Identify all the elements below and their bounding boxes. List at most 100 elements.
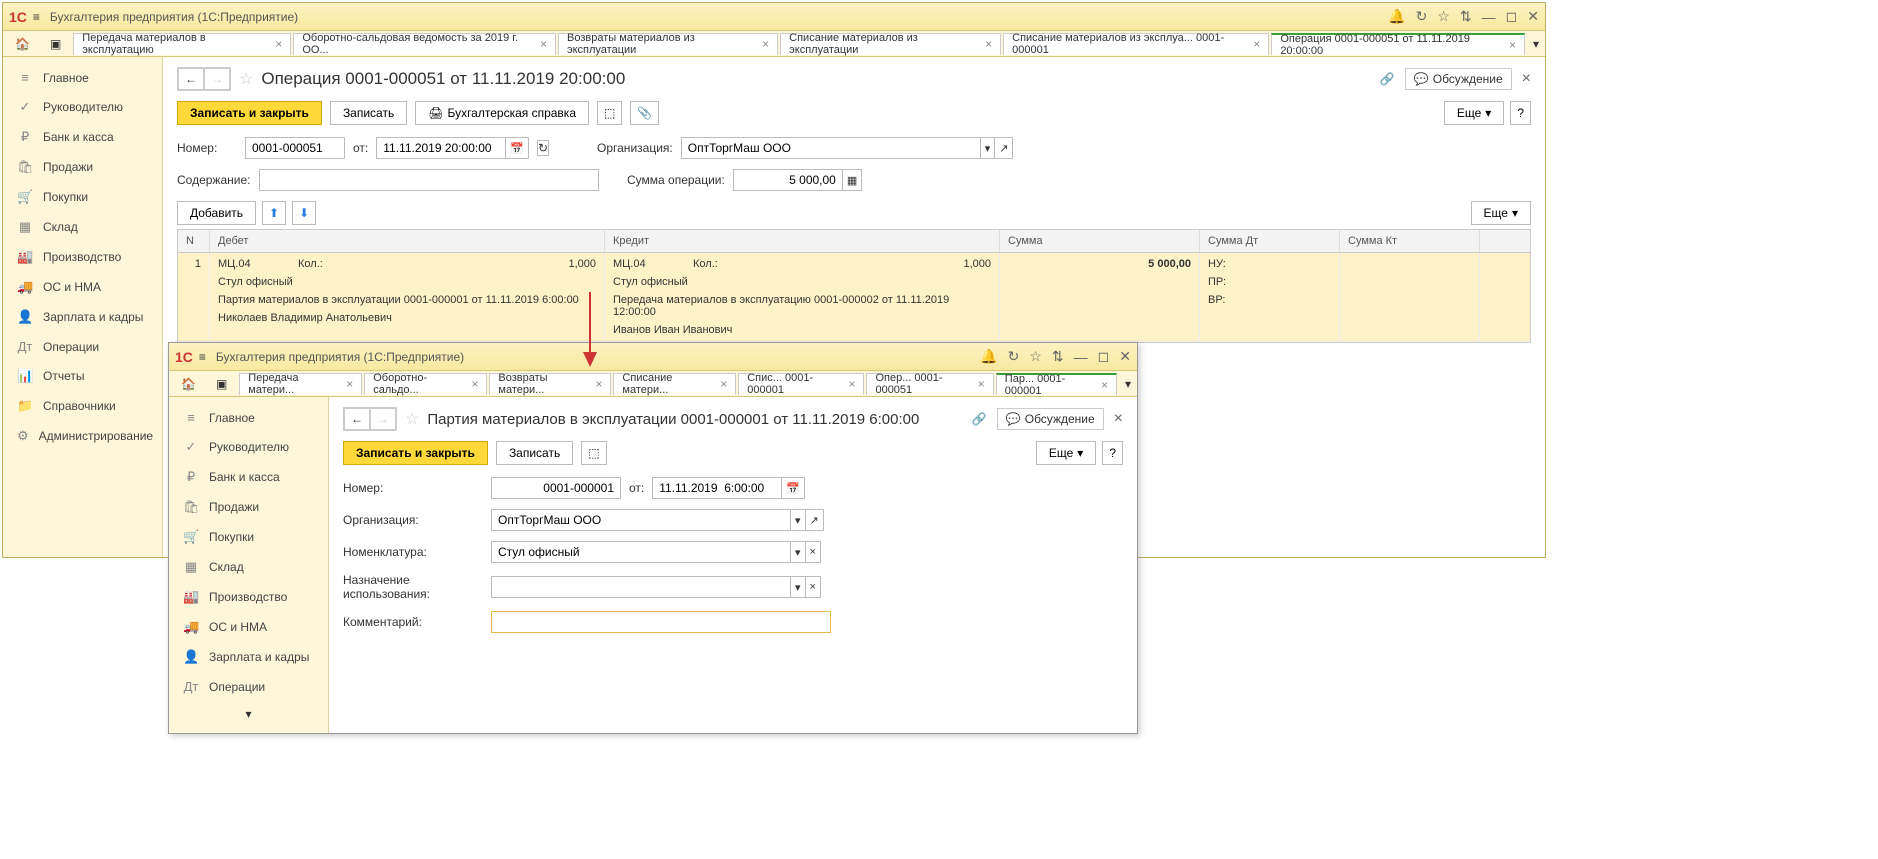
sidebar-item-sales[interactable]: 🛍Продажи	[3, 152, 162, 182]
dropdown-icon[interactable]: ▾	[981, 137, 996, 159]
open-icon[interactable]: ↗	[995, 137, 1013, 159]
dropdown-icon[interactable]: ▾	[791, 576, 806, 598]
settings-icon[interactable]: ⇅	[1052, 348, 1064, 365]
sidebar-item-assets[interactable]: 🚚ОС и НМА	[3, 272, 162, 302]
register-button[interactable]: ⬚	[581, 441, 606, 465]
close-icon[interactable]: ×	[978, 377, 985, 391]
bell-icon[interactable]: 🔔	[980, 348, 997, 365]
close-pane-icon[interactable]: ×	[1114, 410, 1123, 428]
dropdown-icon[interactable]: ▾	[791, 509, 806, 531]
sidebar-item-main[interactable]: ≡Главное	[169, 403, 328, 432]
tab-sub-5[interactable]: Опер... 0001-000051×	[866, 373, 993, 395]
discuss-button[interactable]: 💬Обсуждение	[1405, 68, 1512, 90]
close-icon[interactable]: ×	[1509, 38, 1516, 52]
windows-icon[interactable]: ▣	[42, 33, 69, 55]
col-credit[interactable]: Кредит	[605, 230, 1000, 252]
sidebar-item-salary[interactable]: 👤Зарплата и кадры	[3, 302, 162, 332]
sidebar-item-production[interactable]: 🏭Производство	[169, 582, 328, 612]
bell-icon[interactable]: 🔔	[1388, 8, 1405, 25]
maximize-icon[interactable]: ◻	[1506, 8, 1518, 25]
date-input[interactable]	[376, 137, 506, 159]
sidebar-item-admin[interactable]: ⚙Администрирование	[3, 421, 162, 451]
close-icon[interactable]: ×	[346, 377, 353, 391]
clear-icon[interactable]: ×	[806, 541, 821, 563]
table-row[interactable]: 1 МЦ.04Кол.:1,000 Стул офисный Партия ма…	[178, 253, 1530, 342]
maximize-icon[interactable]: ◻	[1098, 348, 1110, 365]
close-icon[interactable]: ×	[985, 37, 992, 51]
tab-sub-0[interactable]: Передача матери...×	[239, 373, 362, 395]
item-input[interactable]	[491, 541, 791, 563]
link-icon[interactable]: 🔗	[1380, 72, 1395, 86]
nav-back-button[interactable]: ←	[344, 408, 370, 430]
sidebar-item-bank[interactable]: ₽Банк и касса	[169, 462, 328, 492]
register-button[interactable]: ⬚	[597, 101, 622, 125]
org-input[interactable]	[491, 509, 791, 531]
content-input[interactable]	[259, 169, 599, 191]
tab-sub-4[interactable]: Спис... 0001-000001×	[738, 373, 864, 395]
sidebar-item-reports[interactable]: 📊Отчеты	[3, 361, 162, 391]
purpose-input[interactable]	[491, 576, 791, 598]
number-input[interactable]	[245, 137, 345, 159]
org-input[interactable]	[681, 137, 981, 159]
save-close-button[interactable]: Записать и закрыть	[177, 101, 322, 125]
discuss-button[interactable]: 💬Обсуждение	[997, 408, 1104, 430]
sidebar-item-manager[interactable]: ✓Руководителю	[169, 432, 328, 462]
add-row-button[interactable]: Добавить	[177, 201, 256, 225]
save-button[interactable]: Записать	[330, 101, 407, 125]
sidebar-item-sales[interactable]: 🛍Продажи	[169, 492, 328, 522]
sidebar-item-purchases[interactable]: 🛒Покупки	[169, 522, 328, 552]
minimize-icon[interactable]: —	[1482, 9, 1496, 25]
clear-icon[interactable]: ×	[806, 576, 821, 598]
move-down-button[interactable]: ⬇	[292, 201, 316, 225]
help-button[interactable]: ?	[1510, 101, 1531, 125]
tab-2[interactable]: Возвраты материалов из эксплуатации×	[558, 33, 778, 55]
close-icon[interactable]: ×	[1101, 378, 1108, 392]
star-icon[interactable]: ☆	[1029, 348, 1042, 365]
minimize-icon[interactable]: —	[1074, 349, 1088, 365]
close-icon[interactable]: ×	[595, 377, 602, 391]
refresh-icon[interactable]: ↻	[537, 140, 549, 156]
col-sumkt[interactable]: Сумма Кт	[1340, 230, 1480, 252]
more-button[interactable]: Еще ▾	[1444, 101, 1504, 125]
close-icon[interactable]: ×	[275, 37, 282, 51]
chevron-down-icon[interactable]: ▾	[169, 701, 328, 727]
history-icon[interactable]: ↻	[1008, 348, 1020, 365]
sidebar-item-operations[interactable]: ДтОперации	[3, 332, 162, 361]
tab-sub-3[interactable]: Списание матери...×	[613, 373, 736, 395]
sidebar-item-main[interactable]: ≡Главное	[3, 63, 162, 92]
sidebar-item-warehouse[interactable]: ▦Склад	[169, 552, 328, 582]
tab-0[interactable]: Передача материалов в эксплуатацию×	[73, 33, 291, 55]
close-icon[interactable]: ✕	[1119, 348, 1131, 365]
close-icon[interactable]: ×	[471, 377, 478, 391]
col-sumdt[interactable]: Сумма Дт	[1200, 230, 1340, 252]
sidebar-item-warehouse[interactable]: ▦Склад	[3, 212, 162, 242]
settings-icon[interactable]: ⇅	[1460, 8, 1472, 25]
close-pane-icon[interactable]: ×	[1522, 70, 1531, 88]
nav-forward-button[interactable]: →	[370, 408, 396, 430]
close-icon[interactable]: ×	[720, 377, 727, 391]
tab-4[interactable]: Списание материалов из эксплуа... 0001-0…	[1003, 33, 1269, 55]
print-button[interactable]: 🖨Бухгалтерская справка	[415, 101, 589, 125]
history-icon[interactable]: ↻	[1416, 8, 1428, 25]
save-close-button[interactable]: Записать и закрыть	[343, 441, 488, 465]
tab-sub-1[interactable]: Оборотно-сальдо...×	[364, 373, 487, 395]
link-icon[interactable]: 🔗	[972, 412, 987, 426]
dropdown-icon[interactable]: ▾	[791, 541, 806, 563]
comment-input[interactable]	[491, 611, 831, 633]
sidebar-item-operations[interactable]: ДтОперации	[169, 672, 328, 701]
favorite-icon[interactable]: ☆	[239, 69, 253, 89]
calc-icon[interactable]: ▦	[843, 169, 862, 191]
move-up-button[interactable]: ⬆	[262, 201, 286, 225]
menu-icon[interactable]: ≡	[199, 350, 206, 364]
calendar-icon[interactable]: 📅	[506, 137, 529, 159]
sidebar-item-salary[interactable]: 👤Зарплата и кадры	[169, 642, 328, 672]
tab-3[interactable]: Списание материалов из эксплуатации×	[780, 33, 1001, 55]
tab-dropdown-icon[interactable]: ▾	[1119, 373, 1137, 395]
tab-sub-6[interactable]: Пар... 0001-000001×	[996, 373, 1117, 395]
sidebar-item-assets[interactable]: 🚚ОС и НМА	[169, 612, 328, 642]
home-icon[interactable]: 🏠	[173, 373, 204, 395]
close-icon[interactable]: ✕	[1527, 8, 1539, 25]
tab-sub-2[interactable]: Возвраты матери...×	[489, 373, 611, 395]
star-icon[interactable]: ☆	[1437, 8, 1450, 25]
sidebar-item-refs[interactable]: 📁Справочники	[3, 391, 162, 421]
